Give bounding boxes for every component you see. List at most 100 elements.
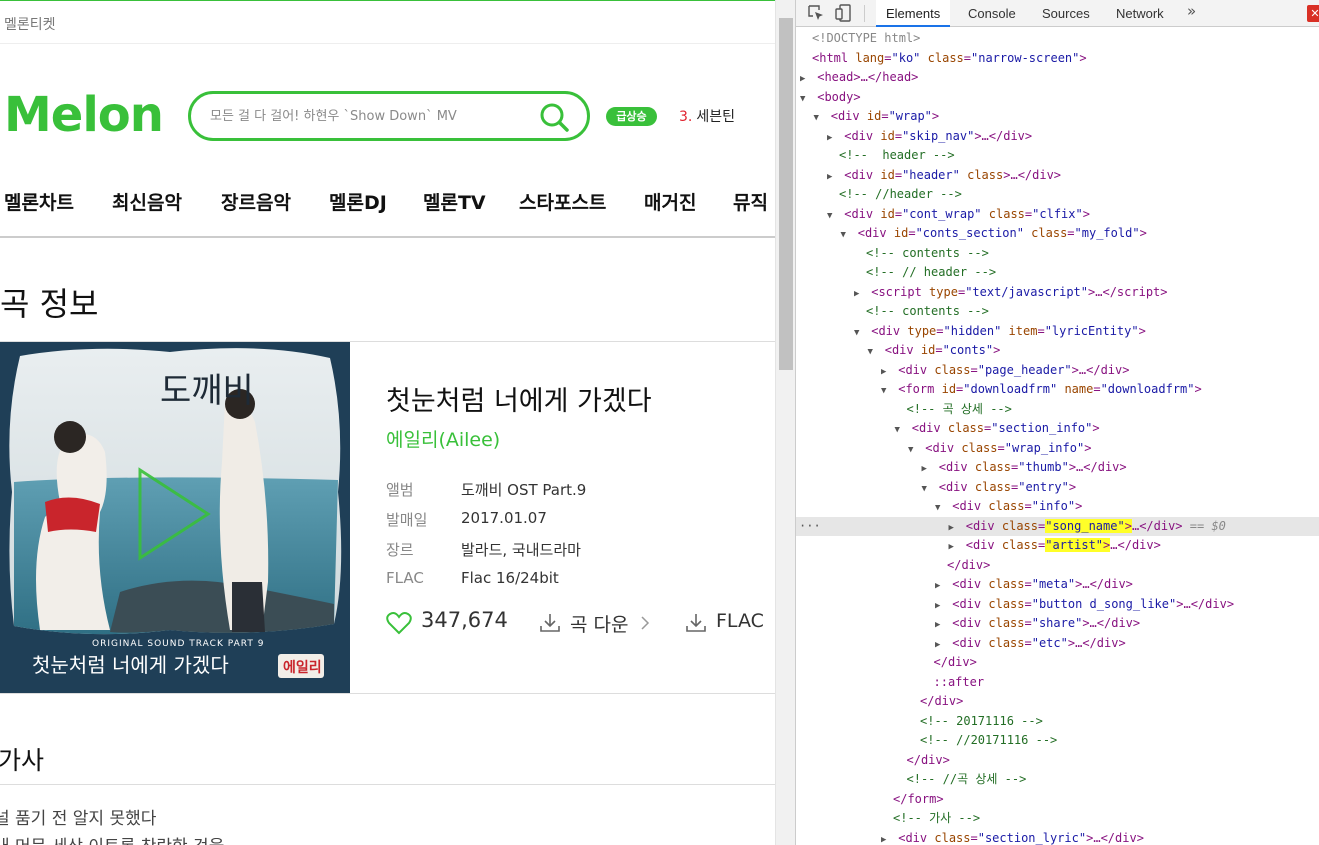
- nav-item-genre[interactable]: 장르음악: [221, 188, 291, 215]
- section-divider: [0, 784, 775, 785]
- dom-node[interactable]: ▶ <div id="header" class>…</div>: [796, 166, 1319, 186]
- nav-item-chart[interactable]: 멜론차트: [4, 188, 74, 215]
- more-tabs-icon[interactable]: »: [1187, 2, 1196, 20]
- dom-node[interactable]: ▼ <body>: [796, 88, 1319, 108]
- album-cover[interactable]: 도깨비 ORIGINAL SOUND TRACK PART 9 첫눈처럼 너에게…: [0, 342, 350, 693]
- dom-node[interactable]: ▶ <div class="etc">…</div>: [796, 634, 1319, 654]
- dom-node[interactable]: ▼ <form id="downloadfrm" name="downloadf…: [796, 380, 1319, 400]
- cover-footer-tag: 에일리: [283, 660, 322, 676]
- scrollbar-thumb[interactable]: [779, 18, 793, 370]
- dom-node[interactable]: </div>: [796, 692, 1319, 712]
- dom-node-selected[interactable]: ▶ <div class="song_name">…</div> == $0 ··…: [796, 516, 1319, 537]
- rank-keyword: 세븐틴: [696, 109, 735, 125]
- inspect-element-icon[interactable]: [806, 3, 826, 23]
- meta-label-genre: 장르: [386, 541, 414, 559]
- dom-node[interactable]: <!-- contents -->: [796, 244, 1319, 264]
- meta-value-release: 2017.01.07: [461, 509, 547, 527]
- cover-footer-en: ORIGINAL SOUND TRACK PART 9: [92, 639, 264, 649]
- search-icon[interactable]: [539, 102, 569, 132]
- dom-node[interactable]: <html lang="ko" class="narrow-screen">: [796, 49, 1319, 69]
- tab-elements[interactable]: Elements: [876, 0, 951, 27]
- melon-page: 멜론티켓 Melon 급상승 3.세븐틴 멜론차트 최신음악 장르음악 멜론DJ…: [0, 0, 775, 845]
- dom-node[interactable]: ▼ <div class="entry">: [796, 478, 1319, 498]
- dom-node[interactable]: <!-- 20171116 -->: [796, 712, 1319, 732]
- dom-node[interactable]: <!-- //header -->: [796, 185, 1319, 205]
- devtools-panel: Elements Console Sources Network » ✕ <!D…: [795, 0, 1319, 845]
- dom-node[interactable]: ▶ <head>…</head>: [796, 68, 1319, 88]
- flac-download-label: FLAC: [716, 610, 764, 632]
- nav-divider: [0, 236, 775, 238]
- cover-footer-kr: 첫눈처럼 너에게 가겠다: [32, 653, 229, 677]
- dom-node[interactable]: <!-- contents -->: [796, 302, 1319, 322]
- meta-label-release: 발매일: [386, 511, 428, 529]
- cover-title: 도깨비: [160, 371, 254, 411]
- dom-node[interactable]: ▶ <div class="button d_song_like">…</div…: [796, 595, 1319, 615]
- melon-logo[interactable]: Melon: [4, 87, 164, 143]
- dom-node[interactable]: <!-- //곡 상세 -->: [796, 770, 1319, 790]
- dom-node[interactable]: </div>: [796, 653, 1319, 673]
- meta-value-album[interactable]: 도깨비 OST Part.9: [461, 479, 586, 500]
- rising-badge: 급상승: [606, 107, 657, 126]
- dom-node[interactable]: <!-- 곡 상세 -->: [796, 400, 1319, 420]
- dom-node[interactable]: ▼ <div class="wrap_info">: [796, 439, 1319, 459]
- device-toolbar-icon[interactable]: [834, 3, 854, 23]
- dom-node[interactable]: </form>: [796, 790, 1319, 810]
- node-menu-icon[interactable]: ···: [799, 517, 821, 537]
- top-divider: [0, 43, 775, 44]
- dom-node[interactable]: <!-- header -->: [796, 146, 1319, 166]
- nav-item-starpost[interactable]: 스타포스트: [519, 188, 606, 215]
- song-name: 첫눈처럼 너에게 가겠다: [386, 386, 652, 417]
- dom-node[interactable]: </div>: [796, 556, 1319, 576]
- nav-item-magazine[interactable]: 매거진: [644, 188, 696, 215]
- dom-node[interactable]: ▶ <div class="share">…</div>: [796, 614, 1319, 634]
- section-divider: [0, 693, 775, 694]
- artist-link[interactable]: 에일리(Ailee): [386, 425, 500, 452]
- error-count-icon[interactable]: ✕: [1307, 5, 1319, 22]
- dom-node[interactable]: <!DOCTYPE html>: [796, 29, 1319, 49]
- melon-ticket-link[interactable]: 멜론티켓: [4, 14, 56, 34]
- devtools-toolbar: Elements Console Sources Network » ✕: [796, 0, 1319, 27]
- like-count: 347,674: [421, 608, 508, 632]
- dom-node[interactable]: ▶ <div class="artist">…</div>: [796, 536, 1319, 556]
- song-download-button[interactable]: 곡 다운: [538, 609, 653, 637]
- tab-console[interactable]: Console: [968, 0, 1016, 27]
- download-icon: [686, 614, 706, 632]
- song-download-label: 곡 다운: [570, 614, 629, 636]
- nav-item-music[interactable]: 뮤직: [733, 188, 768, 215]
- dom-node[interactable]: <!-- 가사 -->: [796, 809, 1319, 829]
- lyric-title: 가사: [0, 746, 45, 775]
- expand-right-icon[interactable]: ▶: [881, 831, 891, 845]
- dom-node[interactable]: ▼ <div id="conts">: [796, 341, 1319, 361]
- page-title: 곡 정보: [0, 285, 99, 323]
- dom-node[interactable]: <!-- // header -->: [796, 263, 1319, 283]
- dom-node[interactable]: ▶ <div class="page_header">…</div>: [796, 361, 1319, 381]
- dom-node[interactable]: ▶ <script type="text/javascript">…</scri…: [796, 283, 1319, 303]
- tab-network[interactable]: Network: [1116, 0, 1164, 27]
- dom-node[interactable]: ▼ <div id="cont_wrap" class="clfix">: [796, 205, 1319, 225]
- dom-node[interactable]: ▶ <div class="meta">…</div>: [796, 575, 1319, 595]
- dom-node[interactable]: ▶ <div class="section_lyric">…</div>: [796, 829, 1319, 845]
- chevron-right-icon: [641, 616, 650, 630]
- dom-node[interactable]: ▶ <div id="skip_nav">…</div>: [796, 127, 1319, 147]
- dom-node[interactable]: ▼ <div id="conts_section" class="my_fold…: [796, 224, 1319, 244]
- tab-sources[interactable]: Sources: [1042, 0, 1090, 27]
- nav-item-tv[interactable]: 멜론TV: [423, 188, 486, 215]
- dom-node[interactable]: </div>: [796, 751, 1319, 771]
- dom-node[interactable]: ▶ <div class="thumb">…</div>: [796, 458, 1319, 478]
- dom-node[interactable]: ▼ <div id="wrap">: [796, 107, 1319, 127]
- dom-node[interactable]: ::after: [796, 673, 1319, 693]
- download-icon: [540, 614, 560, 632]
- lyric-line: 널 품기 전 알지 못했다: [0, 809, 157, 829]
- dom-node[interactable]: ▼ <div class="info">: [796, 497, 1319, 517]
- dom-node[interactable]: <!-- //20171116 -->: [796, 731, 1319, 751]
- flac-download-button[interactable]: FLAC: [684, 609, 775, 637]
- page-scrollbar[interactable]: [775, 0, 795, 845]
- nav-item-dj[interactable]: 멜론DJ: [329, 188, 387, 215]
- lyric-line: 내 머문 세상 이토록 찬란한 것을: [0, 832, 224, 845]
- dom-node[interactable]: ▼ <div class="section_info">: [796, 419, 1319, 439]
- search-input[interactable]: [210, 105, 530, 127]
- toolbar-separator: [864, 5, 865, 22]
- rising-keyword[interactable]: 3. 세븐틴: [679, 106, 735, 126]
- nav-item-new-music[interactable]: 최신음악: [112, 188, 182, 215]
- dom-node[interactable]: ▼ <div type="hidden" item="lyricEntity">: [796, 322, 1319, 342]
